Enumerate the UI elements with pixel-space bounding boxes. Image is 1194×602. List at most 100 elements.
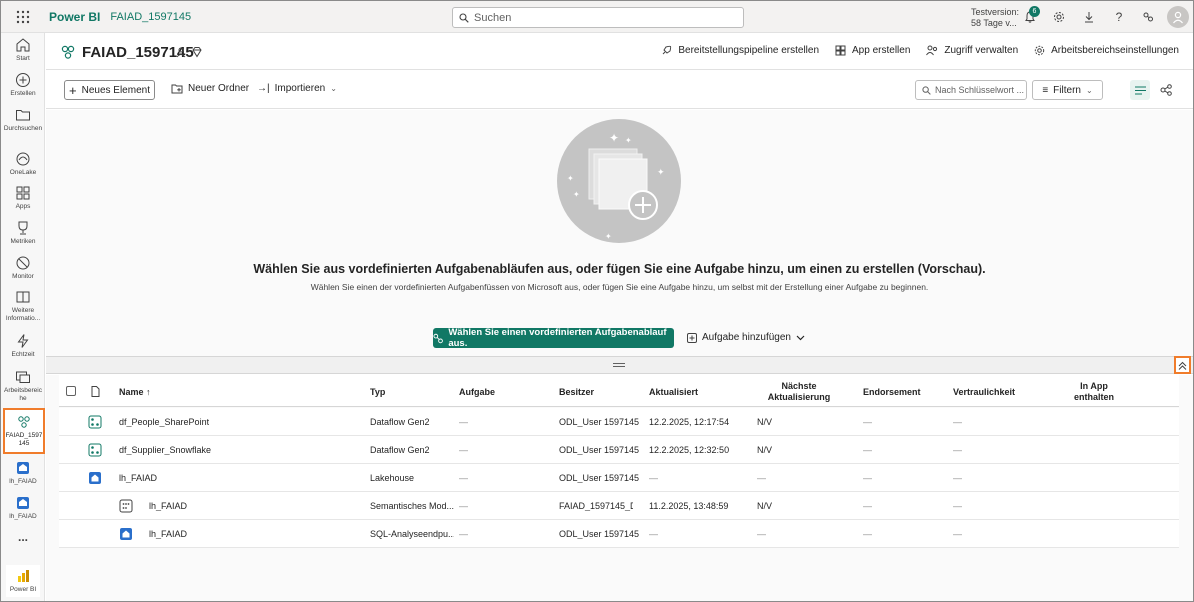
column-header-type[interactable]: Typ xyxy=(370,387,385,397)
item-next-refresh: N/V xyxy=(757,445,773,455)
panel-resize-splitter[interactable] xyxy=(46,356,1193,374)
nav-powerbi-switcher[interactable]: Power BI xyxy=(6,565,40,597)
new-item-button[interactable]: + Neues Element xyxy=(64,80,155,100)
nav-label: lh_FAIAD xyxy=(9,513,37,520)
nav-onelake[interactable]: OneLake xyxy=(1,151,45,177)
search-icon xyxy=(459,12,469,23)
item-name[interactable]: lh_FAIAD xyxy=(119,473,157,483)
table-row[interactable]: lh_FAIAD Lakehouse — ODL_User 1597145 — … xyxy=(59,464,1179,492)
item-next-refresh: N/V xyxy=(757,417,773,427)
nav-workspaces[interactable]: Arbeitsbereiche xyxy=(1,369,45,403)
create-pipeline-label: Bereitstellungspipeline erstellen xyxy=(678,45,820,56)
filter-dropdown[interactable]: ≡ Filtern ⌄ xyxy=(1032,80,1103,100)
nav-label: Echtzeit xyxy=(11,351,35,358)
trial-status[interactable]: Testversion: 58 Tage v... xyxy=(971,7,1019,29)
nav-metrics[interactable]: Metriken xyxy=(1,220,45,246)
nav-lakehouse-2[interactable]: lh_FAIAD xyxy=(1,495,45,521)
item-name[interactable]: lh_FAIAD xyxy=(149,501,187,511)
nav-label: lh_FAIAD xyxy=(9,478,37,485)
table-row[interactable]: lh_FAIAD Semantisches Mod... — FAIAD_159… xyxy=(59,492,1179,520)
workspace-icon xyxy=(18,416,30,428)
table-row[interactable]: df_People_SharePoint Dataflow Gen2 — ODL… xyxy=(59,408,1179,436)
column-header-in-app[interactable]: In App enthalten xyxy=(1054,381,1134,403)
table-row[interactable]: df_Supplier_Snowflake Dataflow Gen2 — OD… xyxy=(59,436,1179,464)
home-icon xyxy=(16,38,30,52)
nav-label: Weitere Informatio... xyxy=(5,307,41,322)
lakehouse-icon xyxy=(17,462,29,474)
new-item-label: Neues Element xyxy=(81,84,150,96)
item-name[interactable]: df_People_SharePoint xyxy=(119,417,209,427)
gear-icon xyxy=(1034,45,1045,56)
app-launcher-icon[interactable] xyxy=(1,1,45,33)
item-updated: 11.2.2025, 13:48:59 xyxy=(649,501,729,511)
workspaces-icon xyxy=(16,371,30,383)
nav-monitor[interactable]: Monitor xyxy=(1,255,45,281)
column-header-task[interactable]: Aufgabe xyxy=(459,387,495,397)
settings-gear-icon[interactable] xyxy=(1051,9,1067,25)
nav-workspace-current[interactable]: FAIAD_1597145 xyxy=(3,408,45,454)
brand-label[interactable]: Power BI xyxy=(49,10,100,24)
premium-diamond-icon[interactable] xyxy=(191,46,203,58)
item-name[interactable]: df_Supplier_Snowflake xyxy=(119,445,211,455)
item-sensitivity: — xyxy=(953,417,962,427)
next-refresh-line1: Nächste xyxy=(781,381,817,391)
empty-state-illustration: ✦ ✦ ✦ ✦ ✦ ✦ xyxy=(557,119,681,243)
lineage-view-icon[interactable] xyxy=(1156,80,1176,100)
workspace-identity-icon[interactable] xyxy=(175,46,187,58)
new-folder-button[interactable]: Neuer Ordner xyxy=(171,83,249,94)
nav-label: Arbeitsbereiche xyxy=(4,387,42,402)
item-name[interactable]: lh_FAIAD xyxy=(149,529,187,539)
manage-access-button[interactable]: Zugriff verwalten xyxy=(926,45,1018,56)
nav-learn[interactable]: Weitere Informatio... xyxy=(1,289,45,323)
column-header-updated[interactable]: Aktualisiert xyxy=(649,387,698,397)
semantic-model-icon xyxy=(119,499,133,513)
nav-start[interactable]: Start xyxy=(1,37,45,63)
nav-lakehouse-1[interactable]: lh_FAIAD xyxy=(1,460,45,486)
column-header-name[interactable]: Name ↑ xyxy=(119,387,151,397)
item-endorsement: — xyxy=(863,445,872,455)
create-pipeline-button[interactable]: Bereitstellungspipeline erstellen xyxy=(661,45,819,56)
item-endorsement: — xyxy=(863,417,872,427)
task-flow-icon xyxy=(433,333,443,343)
item-task: — xyxy=(459,445,468,455)
share-people-icon[interactable] xyxy=(1140,9,1156,25)
nav-realtime[interactable]: Echtzeit xyxy=(1,333,45,359)
nav-label: Durchsuchen xyxy=(3,125,43,132)
item-type: Dataflow Gen2 xyxy=(370,417,430,427)
add-task-dropdown[interactable]: Aufgabe hinzufügen xyxy=(687,332,805,343)
keyword-filter-input[interactable]: Nach Schlüsselwort ... xyxy=(915,80,1027,100)
lightning-icon xyxy=(17,334,29,348)
item-owner: ODL_User 1597145 xyxy=(559,445,640,455)
item-task: — xyxy=(459,501,468,511)
help-icon[interactable]: ? xyxy=(1111,9,1127,25)
workspace-items-table: Name ↑ Typ Aufgabe Besitzer Aktualisiert… xyxy=(46,375,1193,601)
search-input[interactable]: Suchen xyxy=(452,7,744,28)
svg-text:✦: ✦ xyxy=(625,136,632,145)
nav-apps[interactable]: Apps xyxy=(1,185,45,211)
nav-label: Monitor xyxy=(12,273,34,280)
column-header-endorsement[interactable]: Endorsement xyxy=(863,387,921,397)
nav-browse[interactable]: Durchsuchen xyxy=(1,107,45,133)
nav-create[interactable]: Erstellen xyxy=(1,72,45,98)
folder-add-icon xyxy=(171,84,183,94)
breadcrumb-workspace[interactable]: FAIAD_1597145 xyxy=(110,11,191,23)
column-header-next-refresh[interactable]: Nächste Aktualisierung xyxy=(759,381,839,403)
nav-more-icon[interactable]: ... xyxy=(1,531,45,543)
collapse-up-icon[interactable] xyxy=(1174,356,1191,374)
choose-task-flow-button[interactable]: Wählen Sie einen vordefinierten Aufgaben… xyxy=(433,327,674,349)
create-app-button[interactable]: App erstellen xyxy=(835,45,910,56)
table-row[interactable]: lh_FAIAD SQL-Analyseendpu... — ODL_User … xyxy=(59,520,1179,548)
drag-handle-icon[interactable] xyxy=(613,363,625,367)
column-header-sensitivity[interactable]: Vertraulichkeit xyxy=(953,387,1015,397)
user-avatar[interactable] xyxy=(1167,6,1189,28)
lakehouse-icon xyxy=(89,472,101,484)
notification-badge: 6 xyxy=(1029,6,1040,17)
create-app-label: App erstellen xyxy=(852,45,911,56)
import-dropdown[interactable]: →| Importieren ⌄ xyxy=(257,83,337,94)
workspace-settings-button[interactable]: Arbeitsbereichseinstellungen xyxy=(1034,45,1179,56)
new-folder-label: Neuer Ordner xyxy=(188,83,250,94)
select-all-checkbox[interactable] xyxy=(66,386,76,396)
column-header-owner[interactable]: Besitzer xyxy=(559,387,594,397)
list-view-icon[interactable] xyxy=(1130,80,1150,100)
download-icon[interactable] xyxy=(1081,9,1097,25)
